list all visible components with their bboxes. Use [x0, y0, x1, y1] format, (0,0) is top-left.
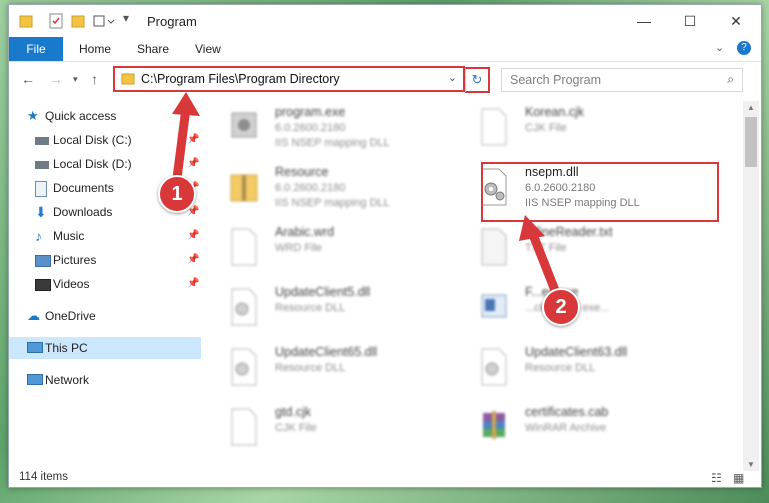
arrow-head-icon	[172, 92, 200, 116]
step-badge-1: 1	[158, 175, 196, 213]
annotation-overlay	[171, 92, 563, 303]
step-badge-2: 2	[542, 288, 580, 326]
arrow-head-icon	[519, 215, 545, 241]
